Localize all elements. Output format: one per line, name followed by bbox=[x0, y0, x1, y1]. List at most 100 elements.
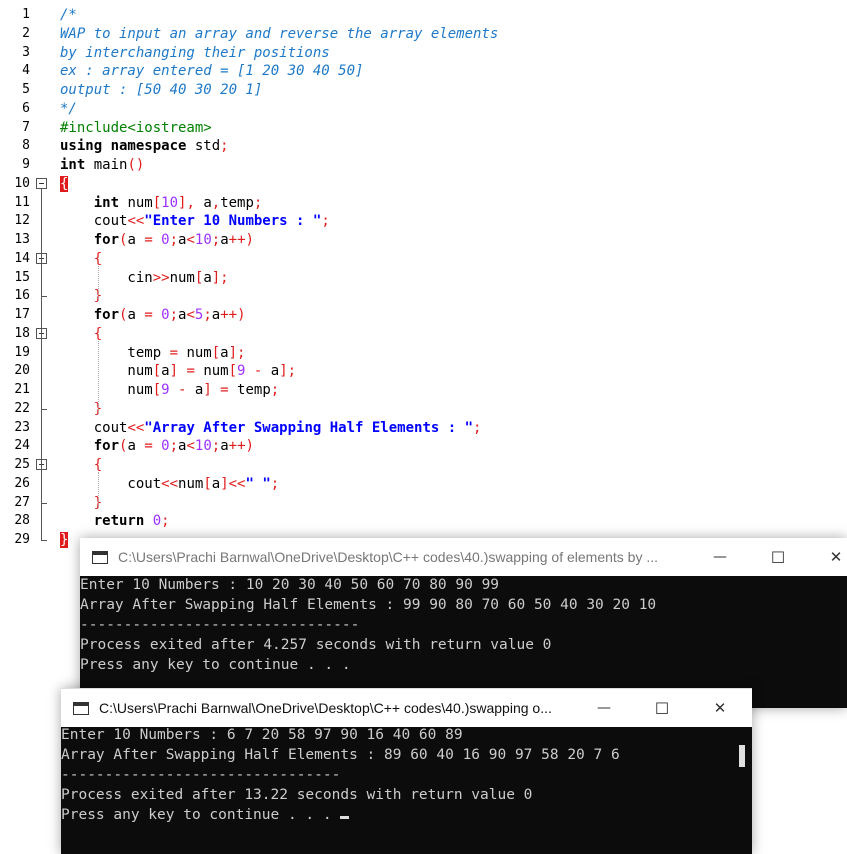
code-token: [ bbox=[211, 344, 221, 361]
line-number: 23 bbox=[14, 419, 30, 435]
line-number: 14 bbox=[14, 250, 30, 266]
code-line[interactable]: cin>>num[a]; bbox=[60, 269, 229, 288]
code-line[interactable]: num[a] = num[9 - a]; bbox=[60, 362, 296, 381]
close-button[interactable]: ✕ bbox=[697, 689, 743, 727]
code-line[interactable]: cout<<"Array After Swapping Half Element… bbox=[60, 419, 482, 438]
line-number: 29 bbox=[14, 532, 30, 547]
code-line[interactable]: } bbox=[60, 400, 102, 419]
code-token: 10 bbox=[161, 194, 179, 211]
code-token: ]; bbox=[279, 363, 297, 380]
line-number: 25 bbox=[14, 457, 30, 472]
code-line[interactable]: return 0; bbox=[60, 512, 170, 531]
code-token: a bbox=[161, 363, 170, 380]
minimize-button[interactable]: — bbox=[581, 689, 627, 727]
code-token: " " bbox=[245, 475, 271, 492]
code-token: { bbox=[60, 175, 69, 192]
code-line[interactable]: cout<<"Enter 10 Numbers : "; bbox=[60, 212, 330, 231]
code-line[interactable]: } bbox=[60, 531, 69, 550]
code-token: ]; bbox=[211, 269, 229, 286]
code-line[interactable]: by interchanging their positions bbox=[60, 44, 330, 63]
code-line[interactable]: } bbox=[60, 494, 102, 513]
code-token: num bbox=[127, 194, 153, 211]
code-line[interactable]: { bbox=[60, 456, 102, 475]
code-token: ; bbox=[169, 307, 179, 323]
code-token: WAP to input an array and reverse the ar… bbox=[60, 25, 499, 42]
code-token: { bbox=[93, 250, 103, 267]
minimize-button[interactable]: — bbox=[697, 538, 743, 576]
code-token: ; bbox=[169, 232, 179, 248]
line-number: 28 bbox=[14, 513, 30, 529]
indent-guide bbox=[98, 472, 99, 508]
line-number: 2 bbox=[22, 25, 30, 41]
code-line[interactable]: */ bbox=[60, 100, 77, 119]
code-line[interactable]: ex : array entered = [1 20 30 40 50] bbox=[60, 62, 363, 81]
code-token: a bbox=[220, 344, 229, 361]
code-line[interactable]: output : [50 40 30 20 1] bbox=[60, 81, 262, 100]
line-number: 27 bbox=[14, 494, 30, 510]
code-line[interactable]: { bbox=[60, 175, 69, 194]
code-line[interactable]: { bbox=[60, 250, 102, 269]
close-button[interactable]: ✕ bbox=[813, 538, 847, 576]
console-titlebar-1[interactable]: C:\Users\Prachi Barnwal\OneDrive\Desktop… bbox=[80, 538, 847, 576]
code-token: a bbox=[270, 363, 280, 380]
code-line[interactable]: for(a = 0;a<5;a++) bbox=[60, 306, 246, 325]
code-token: a bbox=[203, 194, 212, 211]
line-number: 26 bbox=[14, 475, 30, 491]
code-token: "Array After Swapping Half Elements : " bbox=[144, 419, 474, 436]
code-line[interactable]: } bbox=[60, 287, 102, 306]
code-token: 9 bbox=[161, 382, 170, 398]
code-token: 10 bbox=[194, 438, 212, 455]
code-token: ++) bbox=[220, 307, 246, 323]
code-token: < bbox=[186, 307, 195, 323]
code-token: ]<< bbox=[220, 475, 246, 492]
code-token: [ bbox=[152, 194, 162, 211]
fold-end-tick bbox=[41, 540, 47, 541]
scrollbar-thumb[interactable] bbox=[739, 745, 745, 767]
code-token: 10 bbox=[194, 232, 212, 248]
code-token: ; bbox=[473, 419, 482, 436]
maximize-button[interactable]: ☐ bbox=[755, 538, 801, 576]
code-token: ]; bbox=[228, 344, 246, 361]
code-token: - bbox=[245, 363, 271, 380]
code-line[interactable]: cout<<num[a]<<" "; bbox=[60, 475, 279, 494]
console-window-1[interactable]: C:\Users\Prachi Barnwal\OneDrive\Desktop… bbox=[80, 538, 847, 708]
code-line[interactable]: for(a = 0;a<10;a++) bbox=[60, 231, 254, 250]
code-line[interactable]: using namespace std; bbox=[60, 137, 229, 156]
code-token: < bbox=[186, 438, 195, 455]
code-line[interactable]: #include<iostream> bbox=[60, 119, 212, 138]
terminal-icon bbox=[73, 701, 89, 715]
line-number: 6 bbox=[22, 100, 30, 116]
maximize-button[interactable]: ☐ bbox=[639, 689, 685, 727]
fold-end-tick bbox=[41, 502, 47, 504]
code-token: ; bbox=[211, 438, 221, 455]
code-line[interactable]: WAP to input an array and reverse the ar… bbox=[60, 25, 498, 44]
code-token: cin bbox=[60, 269, 153, 286]
line-number: 5 bbox=[22, 82, 30, 97]
line-number: 10 bbox=[14, 175, 30, 191]
code-line[interactable]: int main() bbox=[60, 156, 144, 175]
code-token: - bbox=[169, 382, 195, 398]
console-line: Enter 10 Numbers : 10 20 30 40 50 60 70 … bbox=[80, 577, 500, 593]
code-line[interactable]: { bbox=[60, 325, 102, 344]
code-token: ; bbox=[253, 194, 263, 211]
console-titlebar-2[interactable]: C:\Users\Prachi Barnwal\OneDrive\Desktop… bbox=[61, 688, 752, 727]
console-window-2[interactable]: C:\Users\Prachi Barnwal\OneDrive\Desktop… bbox=[61, 688, 752, 854]
fold-toggle-icon[interactable] bbox=[36, 177, 47, 189]
code-line[interactable]: temp = num[a]; bbox=[60, 344, 245, 363]
code-token: cout bbox=[60, 475, 162, 492]
code-token: ; bbox=[203, 307, 212, 323]
code-token: for bbox=[93, 307, 120, 323]
code-token: for bbox=[93, 232, 120, 248]
line-number: 20 bbox=[14, 363, 30, 379]
code-line[interactable]: /* bbox=[60, 6, 77, 25]
code-token: main bbox=[93, 157, 128, 173]
code-token: ] = bbox=[169, 363, 204, 380]
code-token: temp bbox=[237, 382, 271, 398]
code-line[interactable]: num[9 - a] = temp; bbox=[60, 381, 279, 400]
code-line[interactable]: for(a = 0;a<10;a++) bbox=[60, 437, 254, 456]
code-token: ; bbox=[169, 438, 179, 455]
code-line[interactable]: int num[10], a,temp; bbox=[60, 194, 263, 213]
